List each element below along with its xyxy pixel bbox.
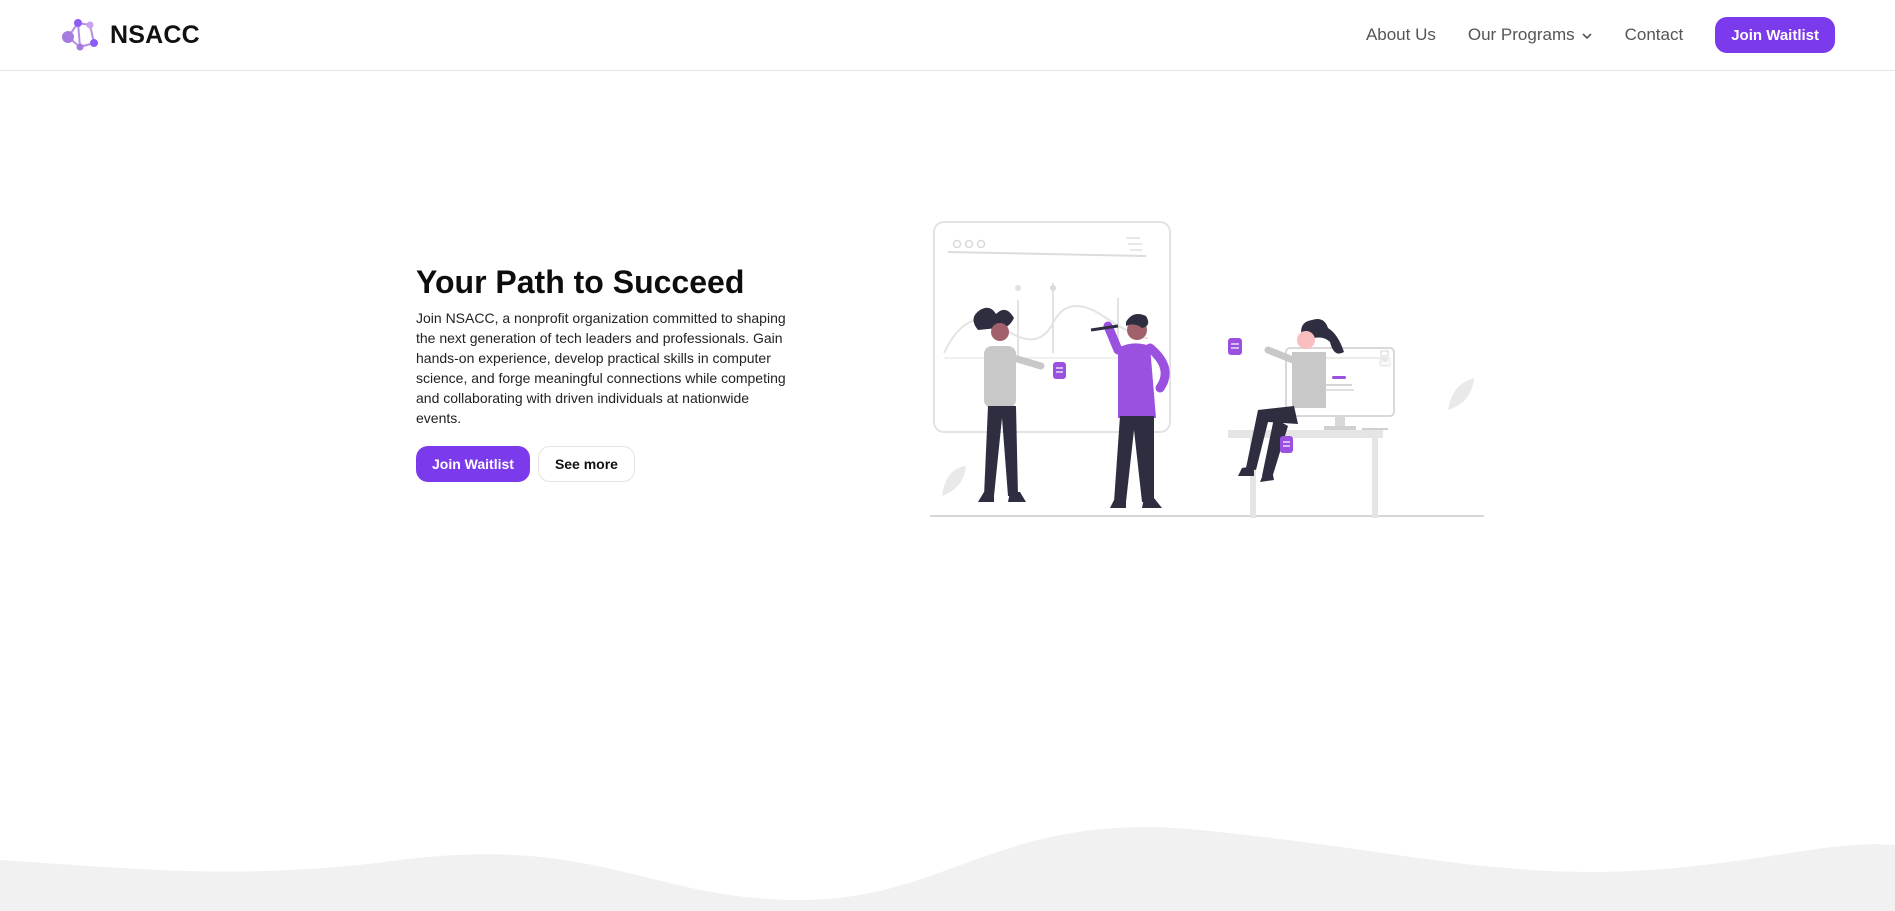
hero-join-waitlist-button[interactable]: Join Waitlist <box>416 446 530 482</box>
hero-title: Your Path to Succeed <box>416 264 745 300</box>
hero-see-more-button[interactable]: See more <box>537 446 635 482</box>
nav-contact[interactable]: Contact <box>1625 25 1684 45</box>
hero-description: Join NSACC, a nonprofit organization com… <box>416 310 786 426</box>
nav-our-programs-label: Our Programs <box>1467 25 1575 44</box>
brand[interactable]: NSACC <box>60 17 200 53</box>
nav-join-waitlist-button[interactable]: Join Waitlist <box>1715 17 1835 53</box>
hero-buttons: Join Waitlist See more <box>416 446 816 482</box>
nav-about-us[interactable]: About Us <box>1366 25 1436 45</box>
hero-section: Your Path to Succeed Join NSACC, a nonpr… <box>416 262 816 482</box>
footer-wave-decoration <box>0 827 1895 911</box>
nav-links: About Us Our Programs Contact Join Waitl… <box>1366 17 1835 53</box>
nav-our-programs[interactable]: Our Programs <box>1468 25 1593 45</box>
chevron-down-icon <box>1581 25 1593 45</box>
brand-name: NSACC <box>110 20 200 49</box>
top-navbar: NSACC About Us Our Programs Contact Join… <box>0 0 1895 71</box>
team-collaboration-illustration <box>930 221 1484 518</box>
network-molecule-icon <box>62 19 98 51</box>
